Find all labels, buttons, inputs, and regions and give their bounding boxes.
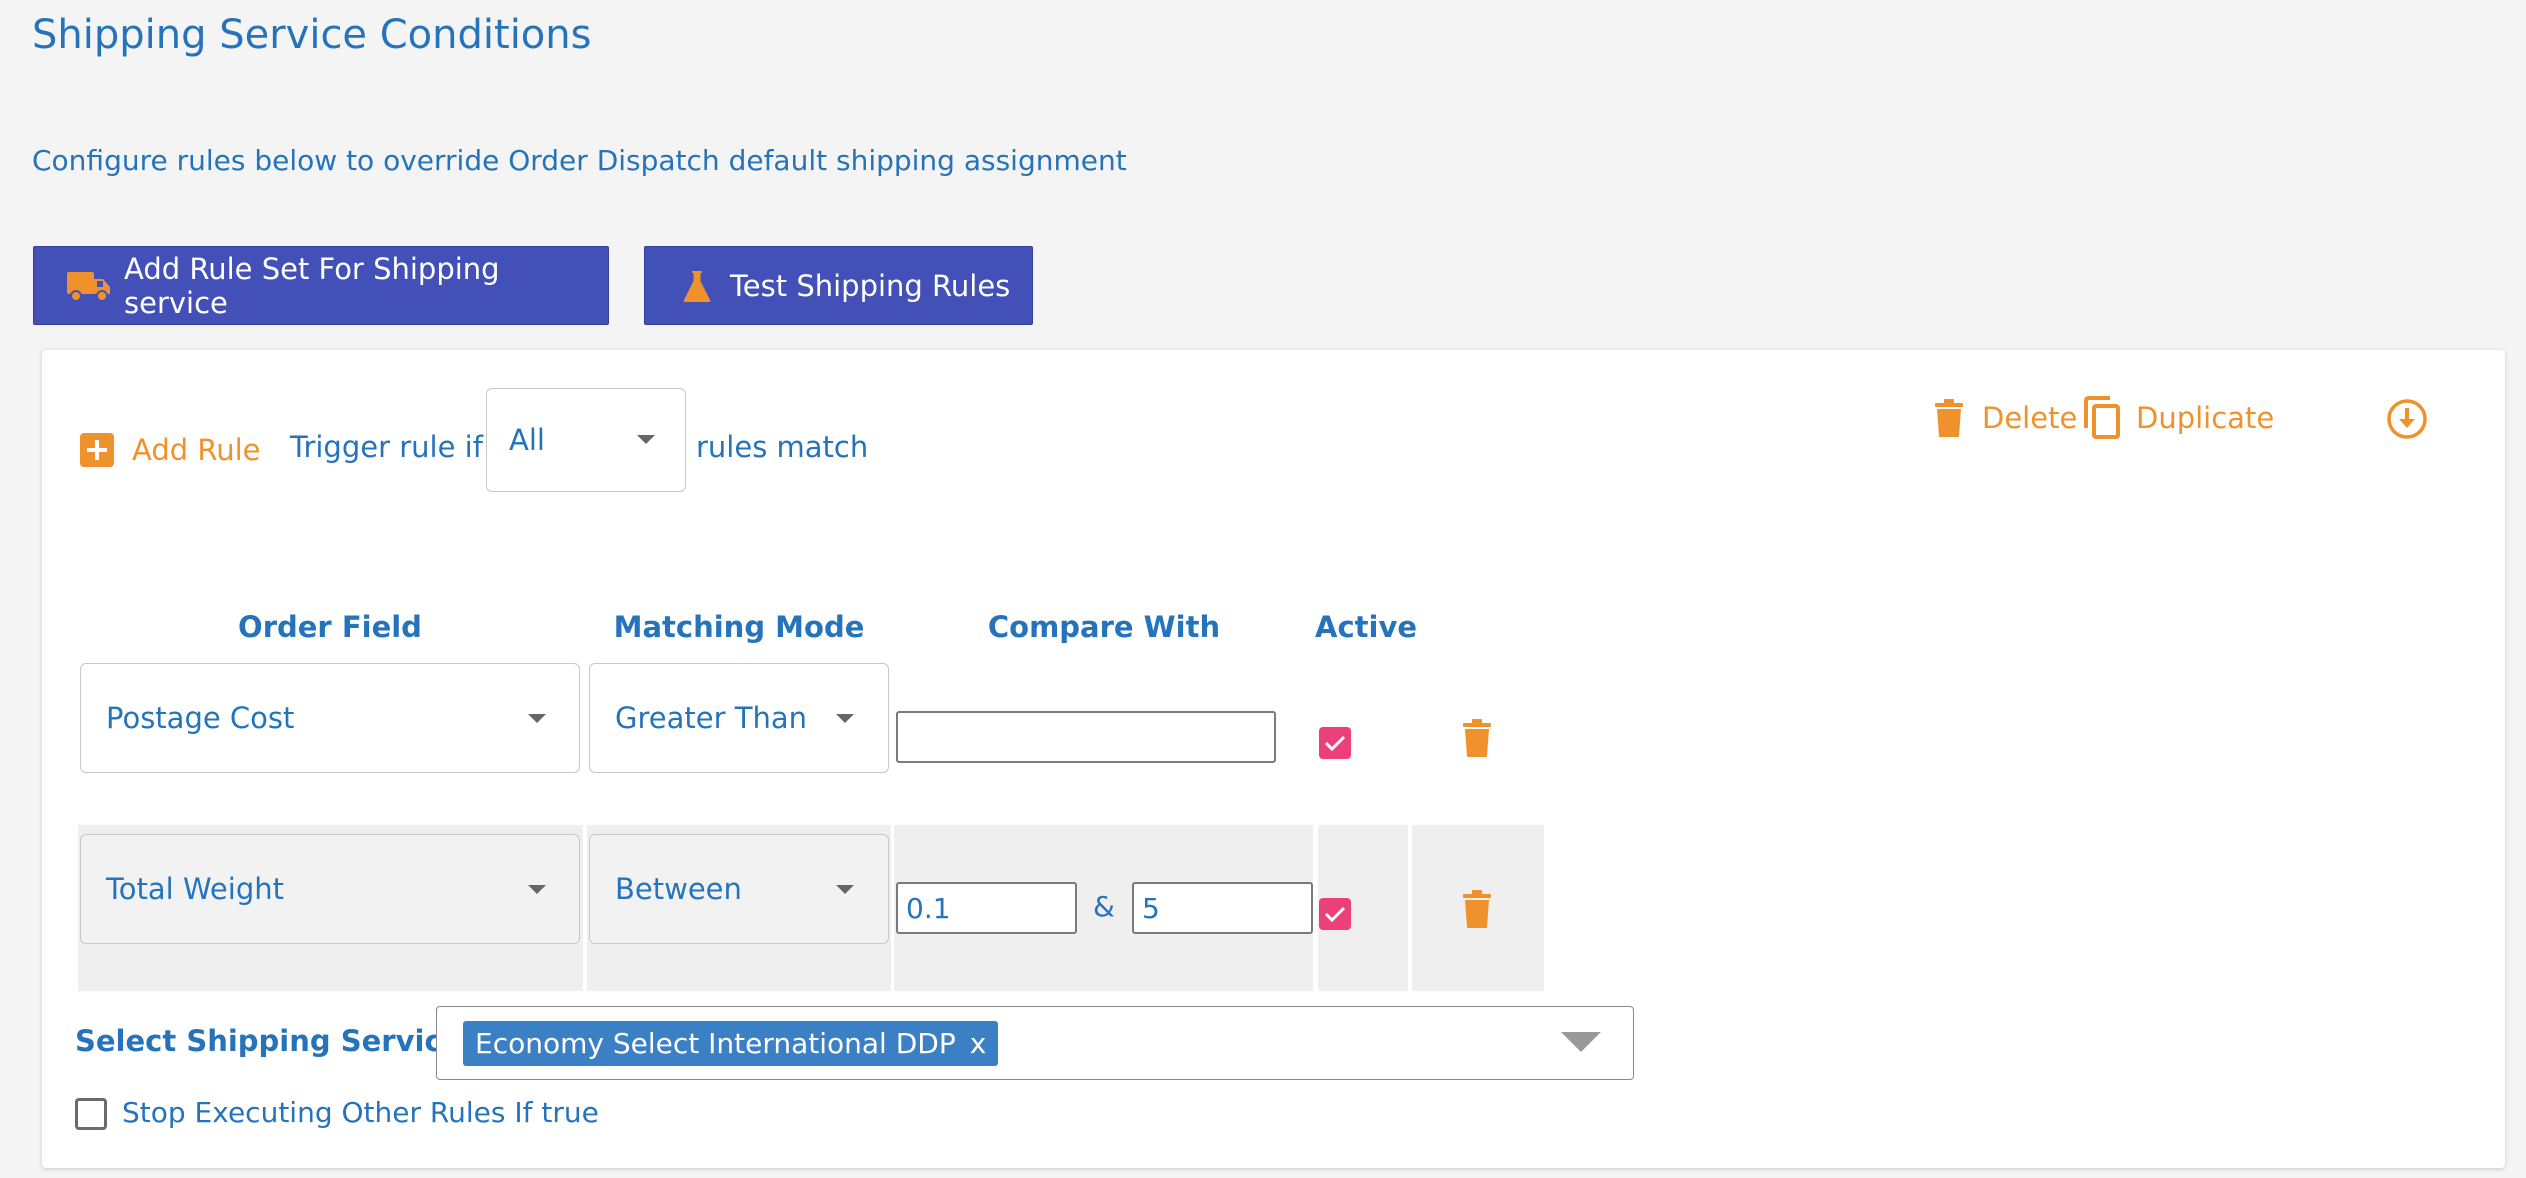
checkmark-icon [1324,735,1346,752]
rule-2-compare-to-input[interactable]: 5 [1132,882,1313,934]
trash-icon [1933,398,1965,438]
column-active: Active [1315,610,1418,644]
rule-2-order-field-value: Total Weight [106,872,284,906]
test-shipping-rules-label: Test Shipping Rules [730,268,1011,303]
trigger-prefix: Trigger rule if [290,430,483,464]
trigger-suffix: rules match [696,430,869,464]
chevron-down-icon [528,885,546,894]
download-circle-icon[interactable] [2386,398,2428,444]
rule-1-compare-input[interactable] [896,711,1276,763]
delete-ruleset-button[interactable]: Delete [1933,398,2077,438]
rule-2-matching-mode-value: Between [615,872,742,906]
checkmark-icon [1324,906,1346,923]
trigger-match-value: All [509,423,545,457]
rule-1-delete-button[interactable] [1461,718,1493,762]
shipping-service-select[interactable]: Economy Select International DDP x [436,1006,1634,1080]
trigger-match-select[interactable]: All [486,388,686,492]
chevron-down-icon [836,714,854,723]
rule-2-delete-button[interactable] [1461,889,1493,933]
rule-1-active-checkbox[interactable] [1319,727,1351,759]
chevron-down-icon [528,714,546,723]
rule-2-range-separator: & [1093,890,1115,923]
selected-service-tag: Economy Select International DDP x [463,1021,999,1066]
rule-2-order-field-select[interactable]: Total Weight [80,834,580,944]
page-title: Shipping Service Conditions [32,12,592,58]
rule-1-order-field-select[interactable]: Postage Cost [80,663,580,773]
rule-2-compare-from-input[interactable]: 0.1 [896,882,1077,934]
copy-icon [2082,396,2122,440]
add-rule-set-button[interactable]: Add Rule Set For Shipping service [33,246,609,325]
shipping-service-label: Select Shipping Service : [75,1024,483,1058]
trash-icon [1463,719,1491,757]
column-compare-with: Compare With [987,610,1221,644]
add-rule-set-label: Add Rule Set For Shipping service [124,251,500,320]
selected-service-label: Economy Select International DDP [475,1027,956,1060]
column-matching-mode: Matching Mode [613,610,865,644]
column-order-field: Order Field [238,610,422,644]
add-rule-label: Add Rule [132,433,261,467]
trash-icon [1463,890,1491,928]
page-subtitle: Configure rules below to override Order … [32,144,1127,177]
chevron-down-icon [836,885,854,894]
chevron-down-icon[interactable] [1561,1032,1601,1052]
flask-icon [682,269,712,303]
chevron-down-icon [637,435,655,444]
truck-icon [66,269,112,303]
test-shipping-rules-button[interactable]: Test Shipping Rules [644,246,1033,325]
add-rule-link[interactable]: Add Rule [79,432,261,468]
stop-executing-checkbox[interactable] [75,1098,107,1130]
duplicate-label: Duplicate [2136,401,2275,435]
delete-label: Delete [1982,401,2078,435]
rule-2-matching-mode-select[interactable]: Between [589,834,889,944]
plus-square-icon [79,432,115,468]
rule-1-matching-mode-select[interactable]: Greater Than [589,663,889,773]
duplicate-ruleset-button[interactable]: Duplicate [2082,396,2274,440]
rule-2-active-checkbox[interactable] [1319,898,1351,930]
remove-tag-button[interactable]: x [970,1027,987,1060]
stop-executing-label: Stop Executing Other Rules If true [122,1096,599,1129]
rule-1-order-field-value: Postage Cost [106,701,295,735]
rule-1-matching-mode-value: Greater Than [615,701,807,735]
